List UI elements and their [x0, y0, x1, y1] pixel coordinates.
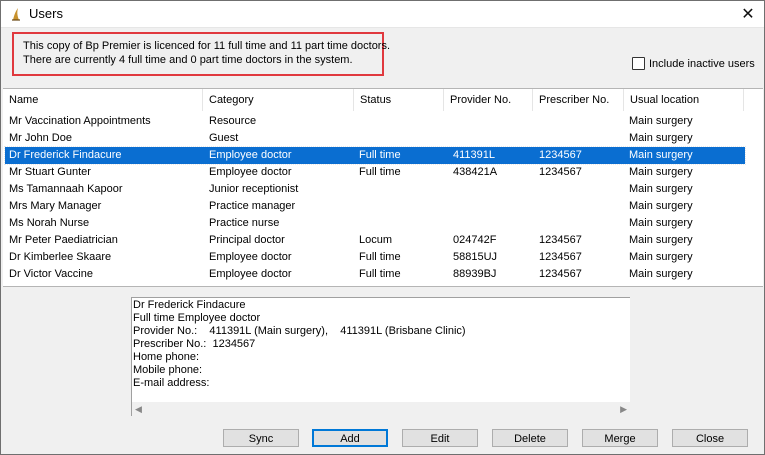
details-prescriber-no: Prescriber No.: 1234567: [133, 338, 256, 350]
cell-status: Full time: [359, 251, 401, 263]
cell-usual-location: Main surgery: [629, 183, 693, 195]
table-row[interactable]: Ms Norah Nurse Practice nurse Main surgery: [5, 215, 745, 232]
table-row[interactable]: Mr Stuart Gunter Employee doctor Full time…: [5, 164, 745, 181]
cell-category: Employee doctor: [209, 251, 292, 263]
table-header: Name Category Status Provider No. Prescr…: [3, 89, 763, 111]
cell-usual-location: Main surgery: [629, 166, 693, 178]
details-home-phone: Home phone:: [133, 351, 200, 363]
details-horizontal-scrollbar[interactable]: ◀ ▶: [132, 402, 630, 416]
cell-prescriber-no: 1234567: [539, 234, 582, 246]
include-inactive-label: Include inactive users: [649, 57, 755, 70]
table-row[interactable]: Mr John Doe Guest Main surgery: [5, 130, 745, 147]
column-header-provider-no[interactable]: Provider No.: [444, 89, 533, 111]
cell-name: Dr Frederick Findacure: [9, 149, 122, 161]
cell-category: Employee doctor: [209, 149, 292, 161]
cell-usual-location: Main surgery: [629, 115, 693, 127]
cell-provider-no: 411391L: [453, 149, 496, 161]
cell-provider-no: 438421A: [453, 166, 498, 178]
table-row[interactable]: Mrs Mary Manager Practice manager Main sur…: [5, 198, 745, 215]
cell-category: Principal doctor: [209, 234, 285, 246]
cell-prescriber-no: 1234567: [539, 149, 582, 161]
merge-button[interactable]: Merge: [582, 429, 658, 447]
cell-usual-location: Main surgery: [629, 200, 693, 212]
cell-usual-location: Main surgery: [629, 149, 693, 161]
table-row[interactable]: Ms Tamannaah Kapoor Junior receptionist Ma…: [5, 181, 745, 198]
cell-status: Full time: [359, 149, 401, 161]
details-mobile-phone: Mobile phone:: [133, 364, 203, 376]
window-title: Users: [29, 6, 63, 21]
table-row[interactable]: Dr Victor Vaccine Employee doctor Full tim…: [5, 266, 745, 283]
scroll-left-arrow-icon[interactable]: ◀: [135, 404, 142, 415]
column-header-category[interactable]: Category: [203, 89, 354, 111]
cell-category: Employee doctor: [209, 268, 292, 280]
cell-prescriber-no: 1234567: [539, 268, 582, 280]
add-button[interactable]: Add: [312, 429, 388, 447]
include-inactive-users-toggle[interactable]: Include inactive users: [632, 57, 755, 70]
close-icon[interactable]: ✕: [732, 1, 764, 27]
scroll-right-arrow-icon[interactable]: ▶: [620, 404, 627, 415]
bp-premier-app-icon: [8, 6, 24, 22]
table-row[interactable]: Dr Frederick Findacure Employee doctor Ful…: [4, 146, 746, 165]
cell-name: Ms Tamannaah Kapoor: [9, 183, 123, 195]
users-table: Name Category Status Provider No. Prescr…: [3, 88, 763, 287]
cell-category: Junior receptionist: [209, 183, 299, 195]
cell-category: Resource: [209, 115, 257, 127]
cell-category: Practice nurse: [209, 217, 280, 229]
cell-name: Mrs Mary Manager: [9, 200, 102, 212]
column-header-name[interactable]: Name: [3, 89, 203, 111]
details-name: Dr Frederick Findacure: [133, 299, 246, 311]
title-bar: Users ✕: [1, 1, 764, 28]
cell-category: Practice manager: [209, 200, 296, 212]
cell-prescriber-no: 1234567: [539, 166, 582, 178]
table-row[interactable]: Mr Peter Paediatrician Principal doctor Lo…: [5, 232, 745, 249]
cell-provider-no: 024742F: [453, 234, 497, 246]
cell-status: Full time: [359, 166, 401, 178]
details-email: E-mail address:: [133, 377, 210, 389]
cell-status: Full time: [359, 268, 401, 280]
cell-name: Mr Vaccination Appointments: [9, 115, 151, 127]
close-button[interactable]: Close: [672, 429, 748, 447]
licence-line-2: There are currently 4 full time and 0 pa…: [23, 54, 353, 66]
edit-button[interactable]: Edit: [402, 429, 478, 447]
cell-category: Guest: [209, 132, 239, 144]
details-provider-no: Provider No.: 411391L (Main surgery), 41…: [133, 325, 466, 337]
details-status-category: Full time Employee doctor: [133, 312, 261, 324]
cell-name: Mr John Doe: [9, 132, 72, 144]
cell-prescriber-no: 1234567: [539, 251, 582, 263]
column-header-usual-location[interactable]: Usual location: [624, 89, 744, 111]
cell-name: Mr Peter Paediatrician: [9, 234, 118, 246]
table-row[interactable]: Mr Vaccination Appointments Resource Main …: [5, 113, 745, 130]
delete-button[interactable]: Delete: [492, 429, 568, 447]
cell-name: Ms Norah Nurse: [9, 217, 90, 229]
user-details-panel: Dr Frederick Findacure Full time Employe…: [131, 297, 630, 416]
cell-name: Mr Stuart Gunter: [9, 166, 91, 178]
cell-usual-location: Main surgery: [629, 217, 693, 229]
table-row[interactable]: Dr Kimberlee Skaare Employee doctor Full t…: [5, 249, 745, 266]
cell-usual-location: Main surgery: [629, 251, 693, 263]
cell-category: Employee doctor: [209, 166, 292, 178]
cell-usual-location: Main surgery: [629, 234, 693, 246]
cell-provider-no: 88939BJ: [453, 268, 497, 280]
cell-provider-no: 58815UJ: [453, 251, 498, 263]
users-window: Users ✕ This copy of Bp Premier is licen…: [0, 0, 765, 455]
column-header-status[interactable]: Status: [354, 89, 444, 111]
licence-info-box: This copy of Bp Premier is licenced for …: [12, 32, 390, 76]
include-inactive-checkbox[interactable]: [632, 57, 645, 70]
column-header-prescriber-no[interactable]: Prescriber No.: [533, 89, 624, 111]
cell-status: Locum: [359, 234, 393, 246]
cell-usual-location: Main surgery: [629, 268, 693, 280]
cell-usual-location: Main surgery: [629, 132, 693, 144]
cell-name: Dr Kimberlee Skaare: [9, 251, 112, 263]
cell-name: Dr Victor Vaccine: [9, 268, 93, 280]
sync-button[interactable]: Sync: [223, 429, 299, 447]
licence-line-1: This copy of Bp Premier is licenced for …: [23, 40, 391, 52]
